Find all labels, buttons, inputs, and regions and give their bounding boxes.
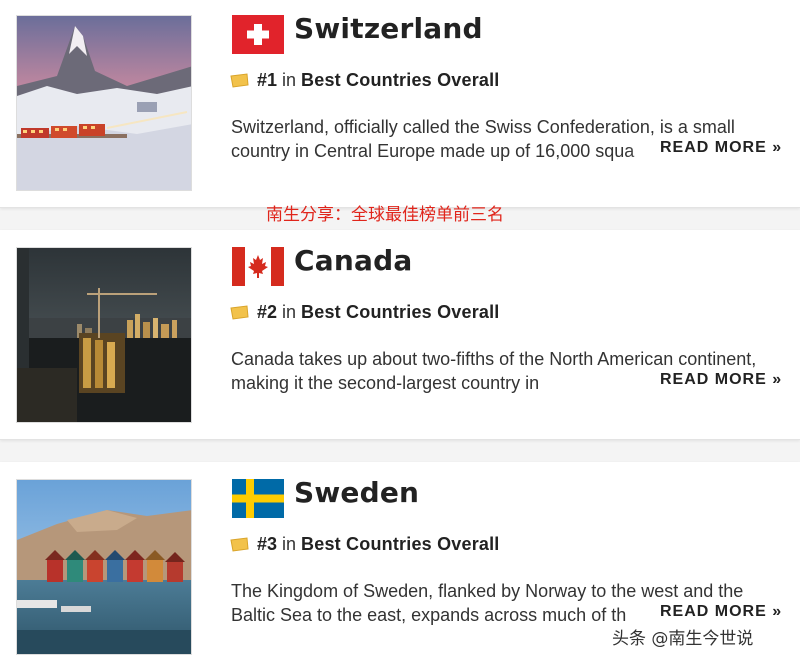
country-card-canada: Canada #2 in Best Countries Overall Cana… xyxy=(0,230,800,440)
rank-line: #1 in Best Countries Overall xyxy=(230,70,500,91)
rank-in-text: in xyxy=(282,534,297,554)
ranking-link[interactable]: Best Countries Overall xyxy=(301,70,499,91)
sweden-flag-icon xyxy=(232,479,284,518)
rank-number: #2 xyxy=(257,302,278,322)
ribbon-icon xyxy=(230,73,249,88)
ribbon-icon xyxy=(230,305,249,320)
share-note-caption: 南生分享：全球最佳榜单前三名 xyxy=(266,205,504,225)
canada-flag-icon xyxy=(232,247,284,286)
country-name[interactable]: Sweden xyxy=(294,476,419,509)
rank-number: #3 xyxy=(257,534,278,554)
switzerland-photo[interactable] xyxy=(16,15,192,191)
sweden-photo[interactable] xyxy=(16,479,192,655)
canada-photo[interactable] xyxy=(16,247,192,423)
ranking-link[interactable]: Best Countries Overall xyxy=(301,534,499,555)
rank-number: #1 xyxy=(257,70,278,90)
rank-line: #2 in Best Countries Overall xyxy=(230,302,500,323)
rank-in-text: in xyxy=(282,302,297,322)
author-watermark: 头条 @南生今世说 xyxy=(612,629,754,649)
read-more-link[interactable]: READ MORE » xyxy=(658,371,783,389)
swiss-flag-icon xyxy=(232,15,284,54)
country-name[interactable]: Switzerland xyxy=(294,12,483,45)
read-more-link[interactable]: READ MORE » xyxy=(658,139,783,157)
read-more-link[interactable]: READ MORE » xyxy=(658,603,783,621)
ribbon-icon xyxy=(230,537,249,552)
rank-line: #3 in Best Countries Overall xyxy=(230,534,500,555)
rank-in-text: in xyxy=(282,70,297,90)
ranking-link[interactable]: Best Countries Overall xyxy=(301,302,499,323)
country-card-switzerland: Switzerland #1 in Best Countries Overall… xyxy=(0,0,800,208)
country-name[interactable]: Canada xyxy=(294,244,412,277)
